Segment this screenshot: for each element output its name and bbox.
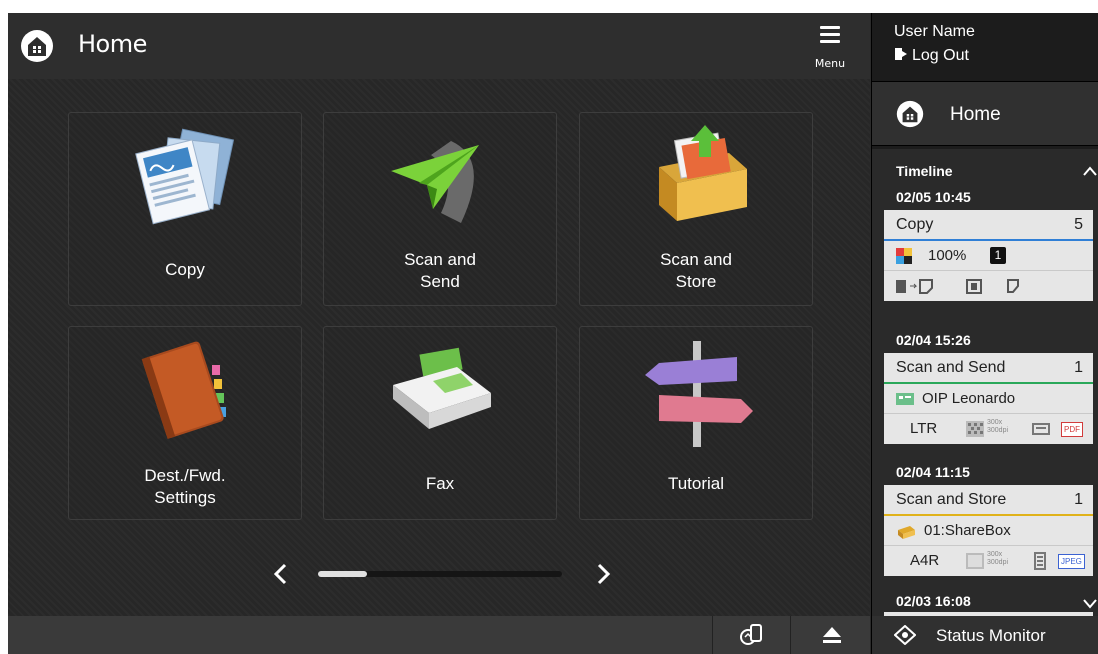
staple-icon — [1007, 279, 1019, 293]
side-home-label: Home — [950, 104, 1001, 125]
user-name: User Name — [894, 23, 975, 40]
storage-box-icon — [659, 125, 747, 221]
logout-button[interactable]: Log Out — [894, 47, 969, 65]
paper-size: LTR — [910, 420, 938, 437]
chevron-up-icon[interactable] — [1082, 165, 1098, 177]
timeline-date: 02/03 16:08 — [896, 593, 971, 609]
function-grid: Copy Scan and Send Scan and Store Dest./… — [8, 79, 870, 616]
printer-screen: Home Menu Copy Scan and Send Scan and St… — [8, 13, 1098, 654]
tile-dest-fwd-settings[interactable]: Dest./Fwd. Settings — [68, 326, 302, 520]
logout-label: Log Out — [912, 47, 969, 64]
paper-plane-icon — [391, 141, 479, 223]
timeline-job-scan-and-send[interactable]: Scan and Send 1 OIP Leonardo LTR 300x 30… — [884, 353, 1093, 444]
grayscale-icon — [966, 553, 984, 569]
job-header: Copy 5 — [884, 210, 1093, 241]
tile-label-line: Settings — [154, 488, 216, 507]
job-options-row: LTR 300x 300dpi PDF — [884, 414, 1093, 444]
status-monitor-label: Status Monitor — [936, 626, 1046, 645]
page-indicator-thumb — [318, 571, 367, 577]
side-home-button[interactable]: Home — [872, 81, 1098, 146]
copies-badge: 1 — [990, 247, 1006, 264]
tile-label: Fax — [425, 474, 455, 493]
one-to-two-sided-icon — [896, 279, 933, 294]
eject-button[interactable] — [790, 616, 870, 654]
home-icon[interactable] — [20, 29, 54, 63]
fax-icon — [393, 347, 491, 429]
hamburger-icon — [820, 26, 840, 43]
address-book-icon — [141, 341, 226, 439]
timeline-job-scan-and-store[interactable]: Scan and Store 1 01:ShareBox A4R 300x 30… — [884, 485, 1093, 576]
timeline-date: 02/05 10:45 — [896, 189, 971, 205]
tile-label: Scan and Store — [580, 249, 812, 293]
job-count: 1 — [1074, 359, 1083, 376]
job-options-row: A4R 300x 300dpi JPEG — [884, 546, 1093, 576]
file-format-badge: PDF — [1061, 422, 1083, 437]
chevron-down-icon[interactable] — [1082, 597, 1098, 609]
document-type-icon — [1034, 552, 1046, 570]
logout-icon — [895, 48, 907, 60]
storage-box-icon — [898, 526, 915, 539]
scan-type-icon — [1032, 423, 1050, 435]
color-mode-icon — [896, 248, 912, 264]
status-monitor-button[interactable]: Status Monitor — [872, 616, 1098, 654]
tile-label: Scan and Send — [324, 249, 556, 293]
top-bar: Home Menu — [8, 13, 870, 79]
destination-name: 01:ShareBox — [924, 522, 1011, 539]
mobile-connection-icon — [740, 624, 762, 645]
grayscale-icon — [966, 421, 984, 437]
job-options-row — [884, 271, 1093, 301]
job-title: Scan and Send — [896, 359, 1006, 376]
resolution-label: 300x 300dpi — [987, 551, 1009, 566]
job-count: 5 — [1074, 216, 1083, 233]
side-panel: User Name Log Out Home Timeline 02/05 10… — [871, 13, 1098, 654]
file-format-badge: JPEG — [1058, 554, 1085, 569]
mobile-connect-button[interactable] — [712, 616, 790, 654]
tile-label: Tutorial — [667, 474, 725, 493]
status-monitor-icon — [894, 625, 916, 645]
job-count: 1 — [1074, 491, 1083, 508]
home-icon — [896, 100, 924, 128]
job-title: Scan and Store — [896, 491, 1007, 508]
copy-icon — [135, 128, 235, 225]
tile-label-line: Send — [420, 272, 460, 291]
zoom-ratio: 100% — [928, 247, 967, 264]
chevron-right-icon[interactable] — [588, 559, 618, 589]
n-on-1-icon — [966, 279, 982, 294]
tile-label: Dest./Fwd. Settings — [69, 465, 301, 509]
job-header: Scan and Store 1 — [884, 485, 1093, 516]
tile-label: Copy — [165, 260, 205, 279]
job-destination-row: OIP Leonardo — [884, 384, 1093, 414]
tile-fax[interactable]: Fax — [323, 326, 557, 520]
timeline-date: 02/04 15:26 — [896, 332, 971, 348]
resolution-label: 300x 300dpi — [987, 419, 1009, 434]
page-title: Home — [78, 30, 147, 58]
signpost-icon — [645, 341, 753, 447]
job-destination-row: 01:ShareBox — [884, 516, 1093, 546]
timeline-date: 02/04 11:15 — [896, 464, 970, 480]
job-header: Scan and Send 1 — [884, 353, 1093, 384]
tile-label-line: Store — [675, 272, 717, 291]
bottom-bar — [8, 616, 870, 654]
tile-scan-and-store[interactable]: Scan and Store — [579, 112, 813, 306]
job-settings-row: 100% 1 — [884, 241, 1093, 271]
job-title: Copy — [896, 216, 934, 233]
timeline-job-copy[interactable]: Copy 5 100% 1 — [884, 210, 1093, 301]
page-indicator — [318, 571, 562, 577]
eject-icon — [823, 627, 841, 643]
address-card-icon — [896, 393, 914, 405]
tile-label-line: Scan and — [660, 250, 732, 269]
tile-label-line: Scan and — [404, 250, 476, 269]
menu-label: Menu — [814, 57, 846, 70]
paper-size: A4R — [910, 552, 940, 569]
timeline: Timeline 02/05 10:45 Copy 5 100% 1 02/04… — [872, 149, 1098, 616]
timeline-title: Timeline — [896, 163, 953, 179]
tile-copy[interactable]: Copy — [68, 112, 302, 306]
tile-scan-and-send[interactable]: Scan and Send — [323, 112, 557, 306]
tile-label-line: Dest./Fwd. — [144, 466, 226, 485]
tile-tutorial[interactable]: Tutorial — [579, 326, 813, 520]
menu-button[interactable]: Menu — [808, 21, 852, 73]
chevron-left-icon[interactable] — [266, 559, 296, 589]
destination-name: OIP Leonardo — [922, 390, 1016, 407]
